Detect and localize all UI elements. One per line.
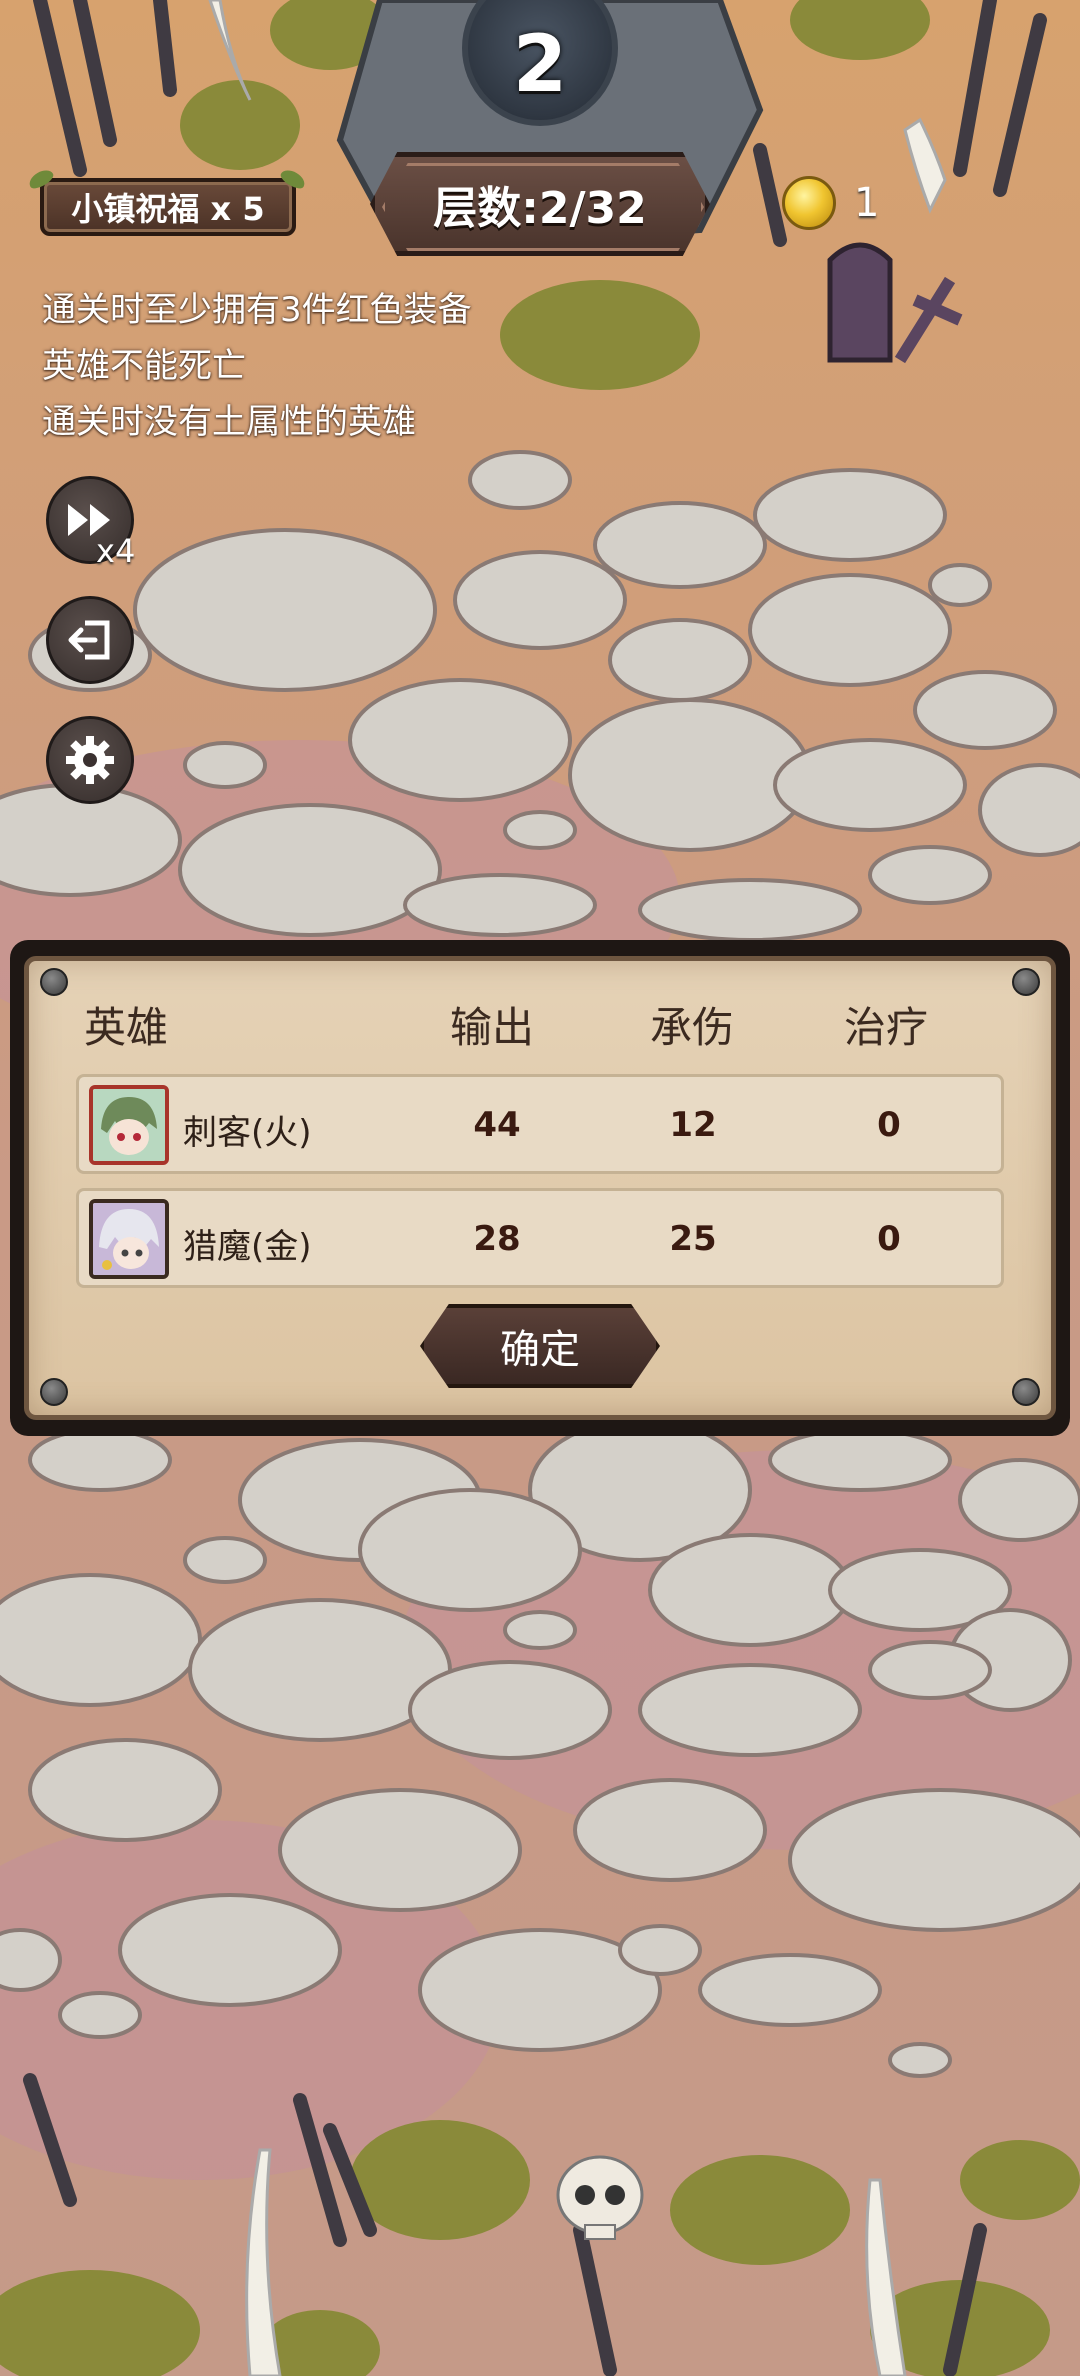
- rivet: [40, 1378, 68, 1406]
- hero-avatar[interactable]: [89, 1199, 169, 1279]
- objective-item: 英雄不能死亡: [42, 346, 246, 386]
- round-indicator: 2: [460, 0, 620, 130]
- hero-damage-taken: 12: [669, 1105, 717, 1145]
- confirm-button[interactable]: 确定: [420, 1304, 660, 1388]
- rivet: [1012, 968, 1040, 996]
- hero-output: 44: [473, 1105, 521, 1145]
- rivet: [1012, 1378, 1040, 1406]
- confirm-label: 确定: [500, 1327, 580, 1373]
- settings-button[interactable]: [46, 716, 134, 804]
- header-output: 输出: [450, 1003, 535, 1052]
- coin-counter: 1: [782, 176, 879, 230]
- hero-avatar[interactable]: [89, 1085, 169, 1165]
- rivet: [40, 968, 68, 996]
- header-damage-taken: 承伤: [650, 1003, 735, 1052]
- blessing-label: 小镇祝福 x 5: [71, 190, 265, 228]
- hero-healing: 0: [877, 1105, 901, 1145]
- speed-multiplier: x4: [96, 532, 136, 570]
- hero-name: 猎魔(金): [183, 1227, 312, 1267]
- header-healing: 治疗: [844, 1003, 929, 1052]
- hero-stat-row: 猎魔(金) 28 25 0: [76, 1188, 1004, 1288]
- floor-counter: 层数:2/32: [370, 152, 710, 256]
- header-hero: 英雄: [84, 1003, 169, 1052]
- town-blessing-badge[interactable]: 小镇祝福 x 5: [40, 178, 296, 236]
- objective-item: 通关时至少拥有3件红色装备: [42, 290, 472, 330]
- exit-icon: [68, 620, 110, 660]
- hero-stat-row: 刺客(火) 44 12 0: [76, 1074, 1004, 1174]
- hero-damage-taken: 25: [669, 1219, 717, 1259]
- exit-button[interactable]: [46, 596, 134, 684]
- coin-count: 1: [854, 180, 880, 226]
- objective-item: 通关时没有土属性的英雄: [42, 402, 416, 442]
- stage-objectives: 通关时至少拥有3件红色装备 英雄不能死亡 通关时没有土属性的英雄: [42, 282, 472, 450]
- hero-name: 刺客(火): [183, 1113, 312, 1153]
- hero-output: 28: [473, 1219, 521, 1259]
- round-number: 2: [512, 20, 568, 110]
- hero-healing: 0: [877, 1219, 901, 1259]
- floor-label: 层数:2/32: [433, 183, 647, 234]
- gold-coin-icon: [782, 176, 836, 230]
- gear-icon: [66, 736, 114, 784]
